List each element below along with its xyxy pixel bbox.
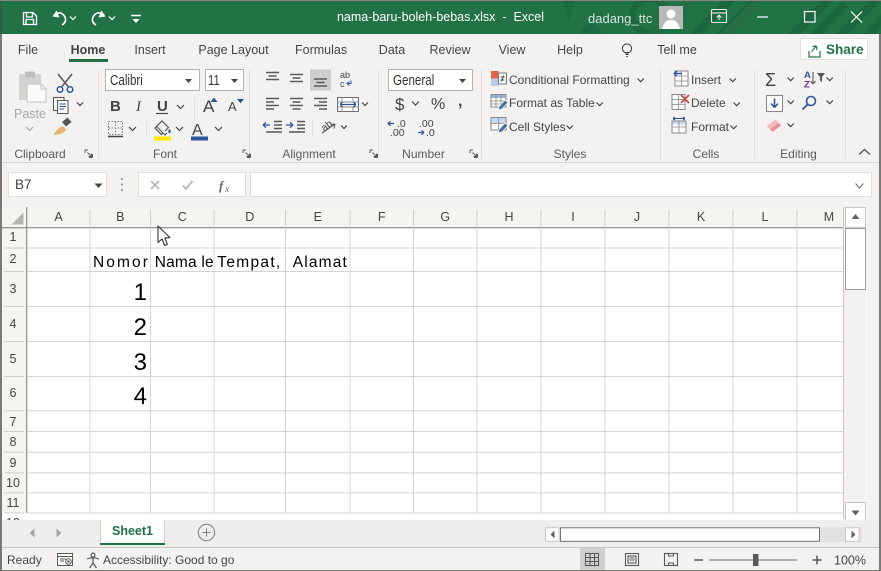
svg-text:.00: .00 [390,127,405,139]
svg-text:,: , [458,93,462,110]
svg-text:x: x [224,185,230,195]
svg-text:%: % [431,96,445,113]
svg-text:$: $ [395,95,405,114]
svg-text:.0: .0 [426,127,435,139]
svg-text:100%: 100% [834,553,866,567]
svg-text:B: B [110,98,121,115]
svg-text:Paste: Paste [14,107,46,121]
svg-text:A: A [228,99,237,114]
svg-text:A: A [192,122,203,139]
svg-text:U: U [157,98,168,115]
svg-text:c: c [340,79,345,89]
svg-text:Z: Z [804,80,810,91]
svg-text:I: I [135,99,142,115]
svg-text:Σ: Σ [765,70,776,90]
